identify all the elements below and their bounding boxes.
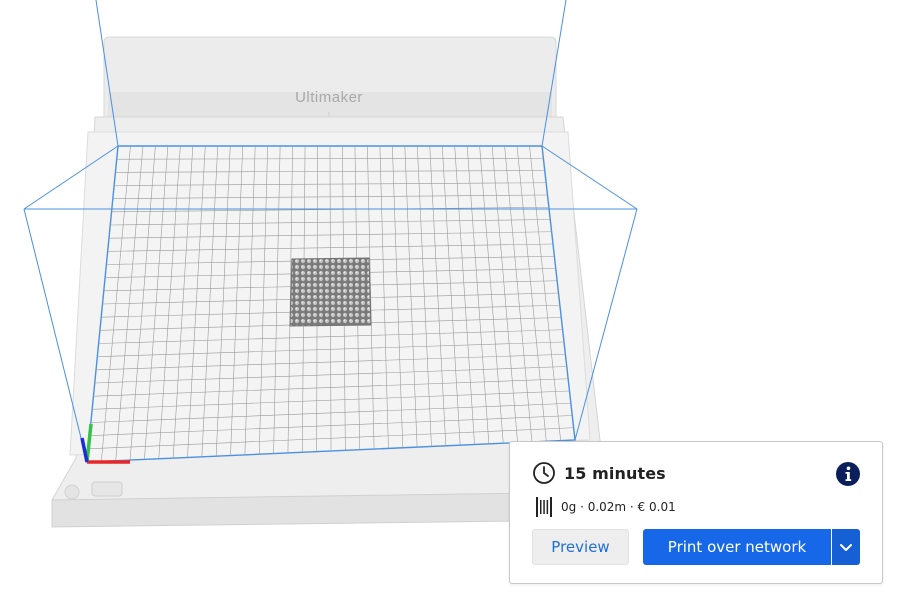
estimated-print-time: 15 minutes (564, 463, 666, 483)
print-summary-panel: 15 minutes 0g · 0.02m · € 0.01 Preview P… (509, 441, 883, 584)
filament-spool-icon (535, 497, 553, 517)
preview-button[interactable]: Preview (532, 529, 629, 565)
model-lattice-cube[interactable] (289, 257, 372, 327)
print-options-dropdown[interactable] (832, 529, 860, 565)
info-icon[interactable] (836, 462, 860, 486)
print-time-row: 15 minutes (532, 461, 666, 485)
material-usage-row: 0g · 0.02m · € 0.01 (535, 497, 676, 517)
material-usage-text: 0g · 0.02m · € 0.01 (561, 500, 676, 514)
clock-icon (532, 461, 556, 485)
printer-brand-label: Ultimaker (295, 89, 363, 106)
chevron-down-icon (839, 538, 853, 557)
print-over-network-button[interactable]: Print over network (643, 529, 831, 565)
